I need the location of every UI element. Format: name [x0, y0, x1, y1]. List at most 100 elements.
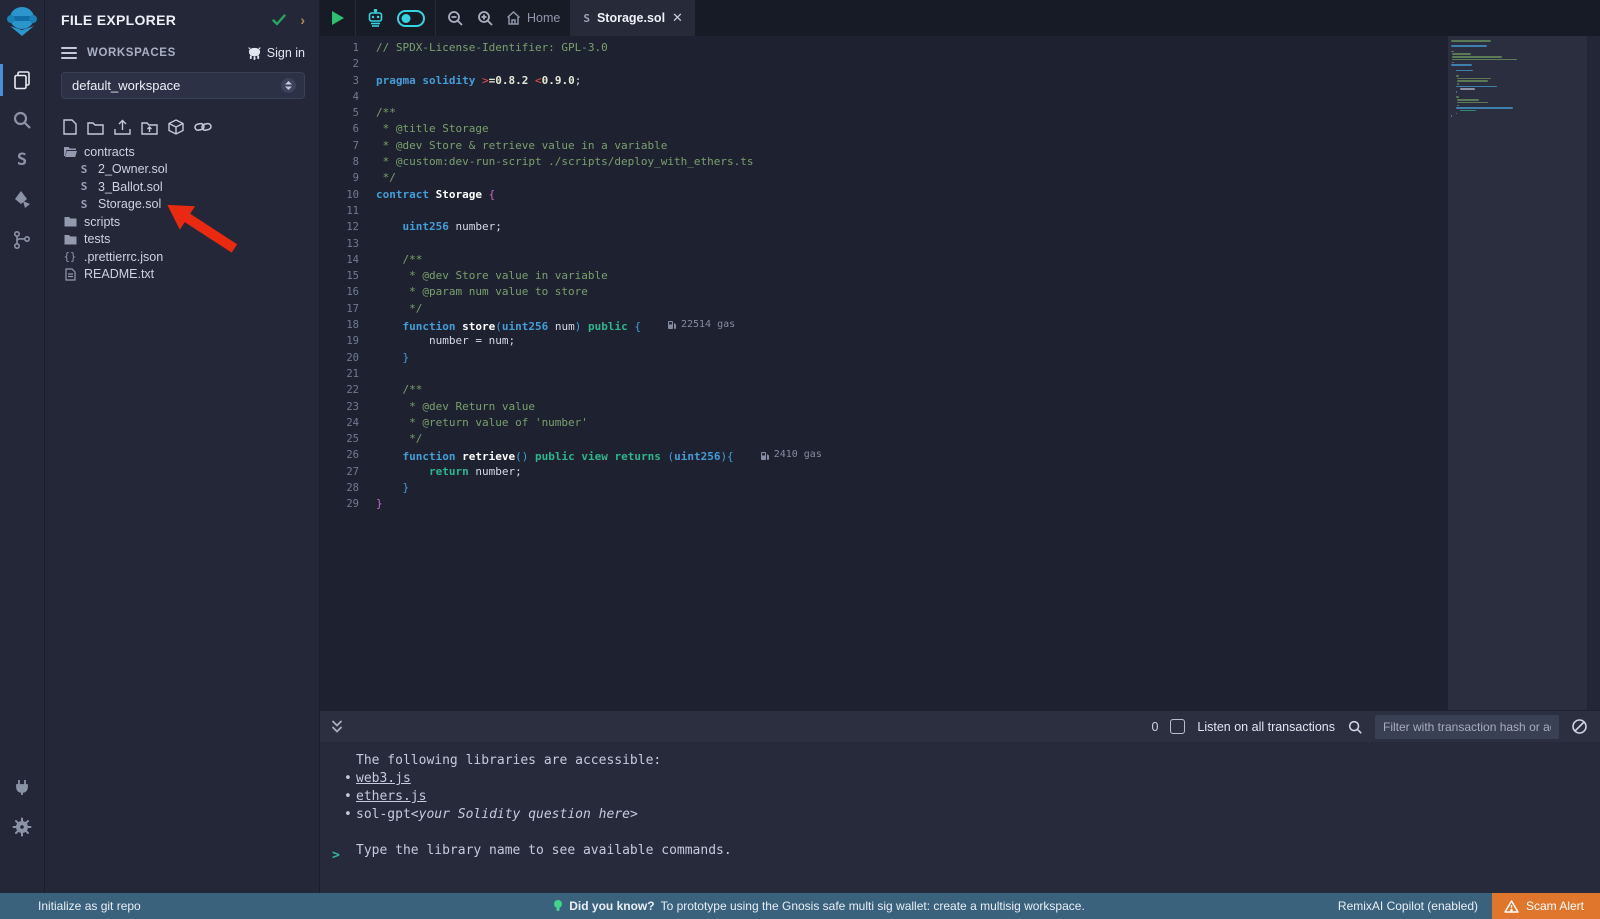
ai-copilot-robot-icon[interactable]	[366, 9, 385, 28]
listen-all-transactions-checkbox[interactable]	[1170, 719, 1185, 734]
code-line[interactable]: 27 return number;	[320, 464, 1448, 480]
minimap[interactable]	[1451, 40, 1547, 118]
code-line[interactable]: 12 uint256 number;	[320, 219, 1448, 235]
line-number[interactable]: 3	[320, 73, 376, 89]
code-line[interactable]: 14 /**	[320, 252, 1448, 268]
code-line[interactable]: 6 * @title Storage	[320, 121, 1448, 137]
create-file-icon[interactable]	[63, 119, 77, 135]
code-line[interactable]: 9 */	[320, 170, 1448, 186]
code-line[interactable]: 29}	[320, 496, 1448, 512]
line-number[interactable]: 26	[320, 447, 376, 463]
file-tree-item-3-ballot-sol[interactable]: S3_Ballot.sol	[45, 178, 319, 196]
code-line[interactable]: 8 * @custom:dev-run-script ./scripts/dep…	[320, 154, 1448, 170]
line-number[interactable]: 16	[320, 284, 376, 300]
code-editor[interactable]: 1// SPDX-License-Identifier: GPL-3.023pr…	[320, 36, 1600, 710]
file-tree-item-2-owner-sol[interactable]: S2_Owner.sol	[45, 161, 319, 179]
line-number[interactable]: 10	[320, 187, 376, 203]
code-line[interactable]: 13	[320, 236, 1448, 252]
code-line[interactable]: 23 * @dev Return value	[320, 399, 1448, 415]
line-number[interactable]: 17	[320, 301, 376, 317]
code-line[interactable]: 4	[320, 89, 1448, 105]
line-number[interactable]: 24	[320, 415, 376, 431]
clear-console-icon[interactable]	[1571, 718, 1588, 735]
line-number[interactable]: 28	[320, 480, 376, 496]
code-line[interactable]: 10contract Storage {	[320, 187, 1448, 203]
code-line[interactable]: 24 * @return value of 'number'	[320, 415, 1448, 431]
code-line[interactable]: 20 }	[320, 350, 1448, 366]
sidebar-item-file-explorer[interactable]	[0, 60, 45, 100]
line-number[interactable]: 11	[320, 203, 376, 219]
zoom-in-icon[interactable]	[476, 9, 494, 27]
sidebar-item-solidity-compiler[interactable]: S	[0, 140, 45, 180]
upload-folder-icon[interactable]	[141, 119, 158, 135]
code-line[interactable]: 3pragma solidity >=0.8.2 <0.9.0;	[320, 73, 1448, 89]
code-line[interactable]: 26 function retrieve() public view retur…	[320, 447, 1448, 463]
line-number[interactable]: 18	[320, 317, 376, 333]
line-number[interactable]: 6	[320, 121, 376, 137]
publish-box-icon[interactable]	[168, 119, 184, 135]
line-number[interactable]: 4	[320, 89, 376, 105]
code-line[interactable]: 25 */	[320, 431, 1448, 447]
code-line[interactable]: 1// SPDX-License-Identifier: GPL-3.0	[320, 40, 1448, 56]
line-number[interactable]: 27	[320, 464, 376, 480]
code-line[interactable]: 16 * @param num value to store	[320, 284, 1448, 300]
sidebar-item-plugin-manager[interactable]	[0, 767, 45, 807]
link-icon[interactable]	[194, 119, 212, 135]
file-tree-item-tests[interactable]: tests	[45, 231, 319, 249]
line-number[interactable]: 15	[320, 268, 376, 284]
line-number[interactable]: 13	[320, 236, 376, 252]
code-line[interactable]: 22 /**	[320, 382, 1448, 398]
terminal-search-icon[interactable]	[1347, 719, 1363, 735]
copilot-status[interactable]: RemixAI Copilot (enabled)	[1338, 899, 1478, 913]
code-line[interactable]: 28 }	[320, 480, 1448, 496]
minimap-column[interactable]	[1448, 36, 1600, 710]
line-number[interactable]: 2	[320, 56, 376, 72]
terminal-expand-icon[interactable]	[330, 719, 344, 734]
run-script-button[interactable]	[330, 10, 345, 26]
copilot-toggle[interactable]	[397, 10, 425, 27]
terminal-output[interactable]: The following libraries are accessible: …	[320, 742, 1600, 893]
github-sign-in-button[interactable]: Sign in	[247, 46, 305, 60]
line-number[interactable]: 1	[320, 40, 376, 56]
line-number[interactable]: 21	[320, 366, 376, 382]
tab-close-icon[interactable]: ✕	[672, 10, 683, 26]
line-number[interactable]: 20	[320, 350, 376, 366]
create-folder-icon[interactable]	[87, 119, 104, 135]
line-number[interactable]: 23	[320, 399, 376, 415]
tab-storage-sol[interactable]: S Storage.sol ✕	[571, 0, 695, 36]
line-number[interactable]: 22	[320, 382, 376, 398]
library-link[interactable]: web3.js	[356, 770, 411, 788]
zoom-out-icon[interactable]	[446, 9, 464, 27]
terminal-prompt[interactable]: >	[332, 848, 340, 863]
home-tab[interactable]: Home	[506, 11, 560, 25]
code-line[interactable]: 5/**	[320, 105, 1448, 121]
git-init-button[interactable]: Initialize as git repo	[0, 899, 553, 913]
sidebar-item-search[interactable]	[0, 100, 45, 140]
code-line[interactable]: 7 * @dev Store & retrieve value in a var…	[320, 138, 1448, 154]
code-line[interactable]: 2	[320, 56, 1448, 72]
code-line[interactable]: 18 function store(uint256 num) public {2…	[320, 317, 1448, 333]
code-line[interactable]: 15 * @dev Store value in variable	[320, 268, 1448, 284]
scam-alert-button[interactable]: Scam Alert	[1492, 893, 1600, 919]
code-line[interactable]: 11	[320, 203, 1448, 219]
workspaces-menu-icon[interactable]	[61, 44, 77, 62]
file-tree-item-readme-txt[interactable]: README.txt	[45, 266, 319, 284]
line-number[interactable]: 12	[320, 219, 376, 235]
line-number[interactable]: 9	[320, 170, 376, 186]
line-number[interactable]: 5	[320, 105, 376, 121]
panel-expand-chevron[interactable]: ›	[300, 12, 305, 28]
code-lines[interactable]: 1// SPDX-License-Identifier: GPL-3.023pr…	[320, 36, 1448, 710]
line-number[interactable]: 14	[320, 252, 376, 268]
sidebar-item-settings[interactable]	[0, 807, 45, 847]
sidebar-item-git[interactable]	[0, 220, 45, 260]
code-line[interactable]: 17 */	[320, 301, 1448, 317]
remix-logo[interactable]	[7, 6, 37, 38]
line-number[interactable]: 29	[320, 496, 376, 512]
line-number[interactable]: 8	[320, 154, 376, 170]
file-tree-item--prettierrc-json[interactable]: {}.prettierrc.json	[45, 248, 319, 266]
line-number[interactable]: 7	[320, 138, 376, 154]
line-number[interactable]: 25	[320, 431, 376, 447]
workspace-select[interactable]: default_workspace	[61, 72, 305, 99]
code-line[interactable]: 21	[320, 366, 1448, 382]
upload-file-icon[interactable]	[114, 119, 131, 135]
